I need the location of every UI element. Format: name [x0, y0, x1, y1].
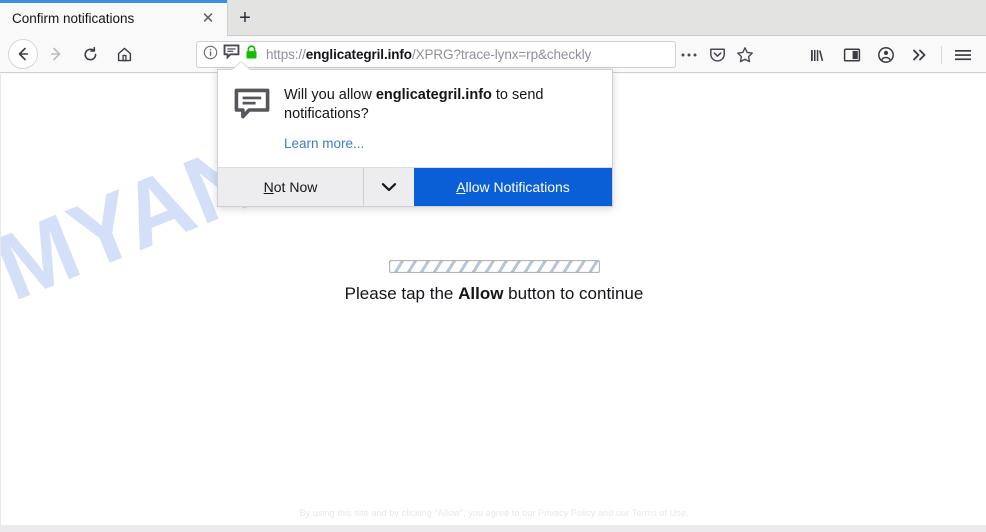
info-circle-icon[interactable] — [203, 45, 218, 65]
not-now-accesskey: N — [263, 179, 274, 196]
forward-button-icon — [40, 39, 72, 69]
chevron-down-icon[interactable] — [364, 168, 414, 206]
hamburger-menu-icon[interactable] — [946, 41, 980, 69]
address-bar[interactable]: https://englicategril.info/XPRG?trace-ly… — [196, 41, 676, 68]
loading-progress-bar — [388, 260, 600, 273]
home-button-icon[interactable] — [108, 39, 140, 69]
back-button-icon[interactable] — [8, 39, 38, 69]
tab-title: Confirm notifications — [12, 10, 135, 26]
toolbar-divider — [941, 46, 942, 64]
popup-arrow — [232, 62, 250, 70]
allow-label: llow Notifications — [465, 179, 570, 196]
not-now-label: ot Now — [273, 179, 318, 196]
popup-question: Will you allow englicategril.info to sen… — [284, 86, 596, 124]
url-scheme: https:// — [266, 47, 306, 62]
allow-notifications-button[interactable]: Allow Notifications — [414, 168, 612, 207]
url-path: /XPRG?trace-lynx=rp&checkly — [411, 47, 592, 62]
star-icon[interactable] — [732, 42, 758, 67]
new-tab-button[interactable]: + — [230, 3, 260, 33]
tap-suffix: button to continue — [503, 284, 644, 303]
toolbar-right-actions — [801, 41, 980, 69]
footer-disclaimer: By using this site and by clicking "Allo… — [299, 508, 689, 518]
notification-permission-popup: Will you allow englicategril.info to sen… — [217, 69, 613, 208]
allow-accesskey: A — [456, 179, 466, 196]
progress-section: Please tap the Allow button to continue — [1, 260, 986, 304]
tab-strip: Confirm notifications ✕ + — [0, 0, 986, 36]
learn-more-link[interactable]: Learn more... — [284, 136, 364, 151]
pocket-icon[interactable] — [704, 42, 730, 67]
sidebar-icon[interactable] — [835, 41, 869, 69]
popup-question-prefix: Will you allow — [284, 87, 376, 103]
double-chevron-icon[interactable] — [903, 41, 937, 69]
library-icon[interactable] — [801, 41, 835, 69]
notification-bubble-icon — [234, 86, 280, 153]
tap-instruction: Please tap the Allow button to continue — [345, 284, 644, 304]
ellipsis-icon[interactable] — [676, 42, 702, 67]
tap-bold-allow: Allow — [458, 284, 504, 303]
urlbar-actions — [676, 41, 758, 68]
tap-prefix: Please tap the — [344, 284, 459, 303]
browser-window: Confirm notifications ✕ + https://englic… — [0, 0, 986, 532]
url-text: https://englicategril.info/XPRG?trace-ly… — [266, 47, 591, 62]
popup-actions: Not Now Allow Notifications — [218, 167, 612, 207]
reload-button-icon[interactable] — [74, 39, 106, 69]
popup-main: Will you allow englicategril.info to sen… — [280, 86, 596, 153]
not-now-button[interactable]: Not Now — [218, 168, 364, 207]
window-bottom-bar — [0, 525, 986, 532]
account-icon[interactable] — [869, 41, 903, 69]
popup-body: Will you allow englicategril.info to sen… — [218, 70, 612, 167]
url-domain: englicategril.info — [305, 47, 412, 62]
close-icon[interactable]: ✕ — [193, 3, 223, 33]
popup-question-domain: englicategril.info — [375, 87, 492, 103]
tab-confirm-notifications[interactable]: Confirm notifications ✕ — [0, 0, 228, 36]
